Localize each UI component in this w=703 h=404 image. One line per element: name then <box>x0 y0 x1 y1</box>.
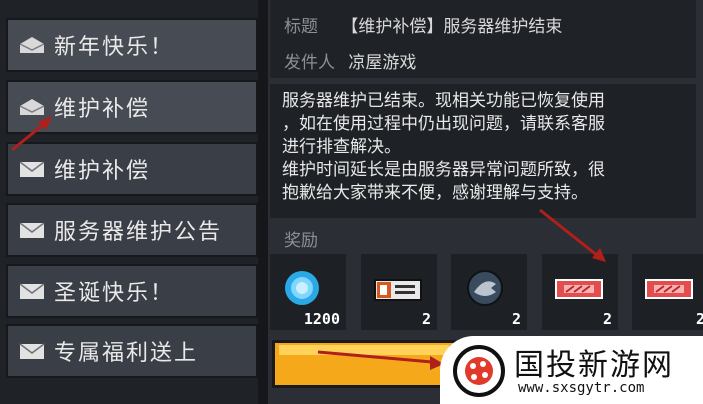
game-mail-screen: 新年快乐！ 维护补偿 维护补偿 服务器维护公告 圣诞快乐！ 专属福利送上 标题 … <box>0 0 703 404</box>
watermark-logo-icon <box>453 345 505 397</box>
annotation-arrowhead-reward <box>592 248 606 262</box>
annotation-arrow-mail <box>11 122 45 152</box>
annotation-arrow-button <box>317 350 433 364</box>
annotation-arrow-reward <box>539 208 599 258</box>
watermark-url: www.sxsgytr.com <box>518 380 645 396</box>
watermark-title: 国投新游网 <box>514 348 674 383</box>
